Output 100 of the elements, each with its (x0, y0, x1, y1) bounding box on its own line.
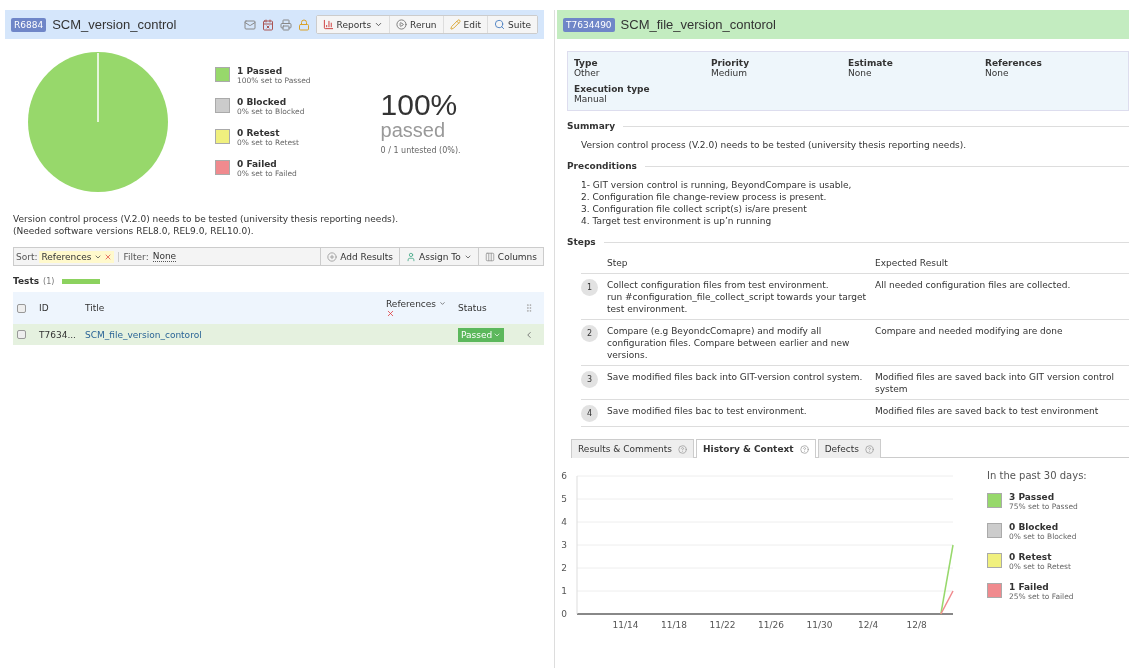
legend-label: 0 Retest (1009, 552, 1053, 562)
test-title: SCM_file_version_contorol (620, 17, 776, 32)
column-header: Step (607, 257, 629, 269)
field-label: Priority (711, 58, 750, 68)
x-tick-label: 12/4 (858, 620, 879, 630)
help-icon[interactable] (864, 444, 874, 454)
run-id-badge: R6884 (11, 17, 47, 32)
x-tick-label: 12/8 (906, 620, 927, 630)
y-tick-label: 3 (561, 540, 567, 550)
test-row[interactable]: T7634... SCM_file_version_contorol Passed (13, 324, 544, 345)
chevron-left-icon[interactable] (524, 329, 534, 340)
column-header: Status (458, 303, 488, 313)
step-number: 2 (581, 325, 598, 342)
column-header: ID (39, 303, 50, 313)
y-tick-label: 5 (561, 494, 567, 504)
legend-label: 0 Blocked (1009, 522, 1060, 532)
remove-sort-icon[interactable] (386, 308, 395, 318)
x-tick-label: 11/18 (661, 620, 687, 630)
tab[interactable]: Results & Comments (571, 439, 695, 458)
field-label: Execution type (574, 84, 651, 94)
field-value: None (985, 68, 1010, 78)
percent-value: 100% (380, 89, 459, 120)
step-text: Save modified files back into GIT-version control system. (607, 371, 864, 383)
y-tick-label: 0 (561, 609, 567, 619)
expected-result: Modified files are saved back to test environment (875, 405, 1100, 417)
field-label: Type (574, 58, 599, 68)
expected-result: All needed configuration files are collected. (875, 279, 1072, 291)
mail-icon[interactable] (243, 18, 256, 31)
caret-icon (374, 20, 384, 29)
y-tick-label: 2 (561, 563, 567, 573)
field-value: Manual (574, 94, 608, 104)
step-number: 3 (581, 371, 598, 388)
add-results-button[interactable]: Add Results (320, 248, 400, 265)
columns-button[interactable]: Columns (477, 248, 543, 265)
step-text: Compare (e.g BeyondcComapre) and modify all configuration files. Compare between earlier and new versions. (607, 325, 851, 361)
field-value: Medium (711, 68, 748, 78)
column-header: Expected Result (875, 257, 949, 269)
legend-label: 3 Passed (1009, 492, 1056, 502)
clear-icon[interactable] (103, 252, 112, 261)
expected-result: Modified files are saved back into GIT version control system (875, 371, 1115, 395)
run-description: Version control process (V.2.0) needs to be tested (university thesis reporting needs). (Needed software versions REL8.0, REL9.0, REL10.0). (13, 213, 400, 237)
columns-grip-icon[interactable] (524, 303, 534, 313)
search-icon (494, 19, 505, 30)
user-icon (406, 251, 417, 262)
x-tick-label: 11/26 (758, 620, 785, 630)
run-title: SCM_version_control (52, 17, 177, 32)
test-id: T7634... (39, 329, 77, 340)
tab[interactable]: Defects (817, 439, 881, 458)
help-icon[interactable] (678, 444, 688, 454)
summary-text: Version control process (V.2.0) needs to be tested (university thesis reporting needs). (581, 139, 968, 151)
legend-title: In the past 30 days: (987, 470, 1087, 481)
test-id-badge: T7634490 (563, 17, 615, 32)
tests-heading: Tests (13, 276, 40, 286)
filter-link[interactable]: None (152, 251, 177, 262)
select-all-checkbox[interactable] (17, 303, 26, 313)
field-label: Estimate (848, 58, 894, 68)
assign-to-button[interactable]: Assign To (399, 248, 478, 265)
caret-icon (438, 299, 446, 307)
field-value: None (848, 68, 873, 78)
legend-label: 1 Passed (237, 66, 284, 76)
legend-label: 0 Retest (237, 128, 281, 138)
percent-label: passed (380, 119, 447, 140)
row-checkbox[interactable] (17, 330, 26, 339)
field-value: Other (574, 68, 601, 78)
step-text: Collect configuration files from test environment. run #configuration_file_collect_script towards your target test environment. (607, 279, 867, 315)
column-header[interactable]: References (386, 298, 458, 309)
legend-label: 0 Blocked (237, 97, 288, 107)
tab[interactable]: History & Context (696, 439, 816, 458)
printer-icon[interactable] (279, 18, 292, 31)
step-text: Save modified files bac to test environment. (607, 405, 808, 417)
column-header: Title (85, 303, 106, 313)
toolbar-button[interactable]: Reports (316, 16, 391, 33)
field-label: References (985, 58, 1043, 68)
y-tick-label: 1 (561, 586, 567, 596)
step-number: 4 (581, 405, 598, 422)
play-icon (396, 19, 408, 30)
y-tick-label: 4 (561, 517, 567, 527)
sort-dropdown[interactable]: References (39, 250, 114, 263)
tests-count: (1) (43, 276, 55, 286)
x-tick-label: 11/14 (612, 620, 639, 630)
section-heading: Steps (567, 237, 596, 247)
preconditions-text: 1- GIT version control is running, BeyondCompare is usable, 2. Configuration file change-review process is present. 3. Configuration file collect script(s) is/are present 4. Target test environment is up’n running (581, 179, 853, 227)
lock-icon[interactable] (297, 18, 310, 31)
x-tick-label: 11/22 (709, 620, 736, 630)
section-heading: Preconditions (567, 161, 637, 171)
expected-result: Compare and needed modifying are done (875, 325, 1064, 337)
section-heading: Summary (567, 121, 616, 131)
filter-label: Filter: (117, 251, 151, 262)
help-icon[interactable] (799, 444, 809, 454)
bar-chart-icon (322, 19, 334, 30)
legend-label: 1 Failed (1009, 582, 1050, 592)
sort-label: Sort: (15, 251, 39, 262)
test-title-link[interactable]: SCM_file_version_contorol (85, 329, 386, 340)
legend-label: 0 Failed (237, 159, 278, 169)
columns-icon (484, 251, 495, 262)
x-tick-label: 11/30 (806, 620, 833, 630)
plus-circle-icon (327, 251, 338, 262)
step-number: 1 (581, 279, 598, 296)
y-tick-label: 6 (561, 471, 567, 481)
untested-text: 0 / 1 untested (0%). (380, 145, 461, 155)
